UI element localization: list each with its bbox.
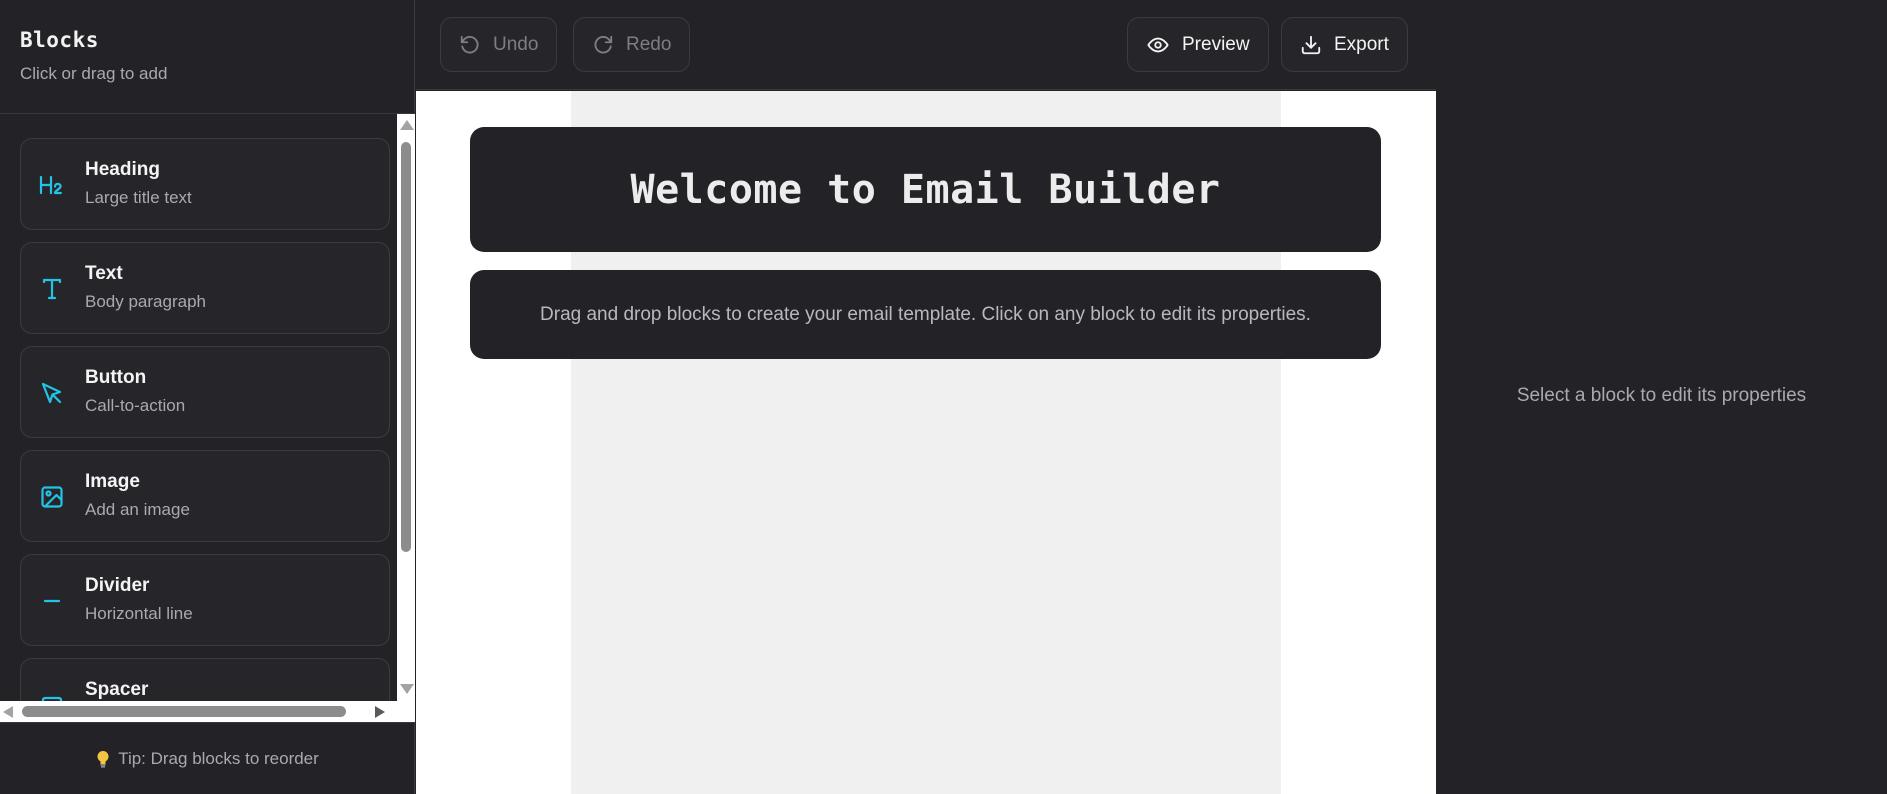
spacer-icon xyxy=(39,692,65,701)
block-item-button[interactable]: Button Call-to-action xyxy=(20,346,390,438)
block-description: Add an image xyxy=(85,500,190,519)
block-item-spacer[interactable]: Spacer xyxy=(20,658,390,701)
scrollbar-corner xyxy=(397,701,415,722)
blocks-sidebar: Blocks Click or drag to add Heading Larg… xyxy=(0,0,415,794)
block-description: Horizontal line xyxy=(85,604,193,623)
properties-panel: Select a block to edit its properties xyxy=(1436,0,1887,794)
scroll-up-arrow-icon[interactable] xyxy=(400,120,414,130)
email-builder-app: Blocks Click or drag to add Heading Larg… xyxy=(0,0,1887,794)
block-list: Heading Large title text Text Body parag… xyxy=(0,114,397,701)
divider-icon xyxy=(39,588,65,614)
undo-label: Undo xyxy=(493,33,539,55)
block-item-text[interactable]: Text Body paragraph xyxy=(20,242,390,334)
block-label: Spacer xyxy=(85,679,149,700)
redo-button[interactable]: Redo xyxy=(573,17,691,72)
sidebar-subtitle: Click or drag to add xyxy=(20,64,168,83)
block-item-image[interactable]: Image Add an image xyxy=(20,450,390,542)
block-description: Large title text xyxy=(85,188,192,207)
canvas-text-content: Drag and drop blocks to create your emai… xyxy=(540,303,1311,325)
eye-icon xyxy=(1146,34,1170,56)
preview-button[interactable]: Preview xyxy=(1127,17,1269,72)
footer-tip-text: Tip: Drag blocks to reorder xyxy=(118,748,319,768)
sidebar-header: Blocks Click or drag to add xyxy=(0,0,415,114)
block-item-divider[interactable]: Divider Horizontal line xyxy=(20,554,390,646)
scroll-down-arrow-icon[interactable] xyxy=(400,684,414,694)
canvas-heading-text: Welcome to Email Builder xyxy=(630,166,1221,213)
scroll-left-arrow-icon[interactable] xyxy=(3,706,13,718)
heading-icon xyxy=(39,172,65,198)
sidebar-footer: Tip: Drag blocks to reorder xyxy=(0,722,415,794)
canvas-heading-block[interactable]: Welcome to Email Builder xyxy=(470,127,1381,252)
canvas-text-block[interactable]: Drag and drop blocks to create your emai… xyxy=(470,270,1381,359)
lightbulb-icon xyxy=(96,750,110,768)
horizontal-scroll-thumb[interactable] xyxy=(22,706,346,717)
block-label: Image xyxy=(85,471,140,492)
sidebar-title: Blocks xyxy=(20,28,99,52)
download-icon xyxy=(1300,34,1322,56)
block-description: Body paragraph xyxy=(85,292,206,311)
block-item-heading[interactable]: Heading Large title text xyxy=(20,138,390,230)
undo-button[interactable]: Undo xyxy=(440,17,558,72)
editor-toolbar: Undo Redo Preview Export xyxy=(416,0,1436,90)
redo-icon xyxy=(592,34,614,56)
email-canvas: Welcome to Email Builder Drag and drop b… xyxy=(416,91,1436,794)
scroll-right-arrow-icon[interactable] xyxy=(375,706,385,718)
properties-empty-message: Select a block to edit its properties xyxy=(1516,385,1807,406)
export-button[interactable]: Export xyxy=(1281,17,1408,72)
block-label: Button xyxy=(85,367,147,388)
undo-icon xyxy=(459,34,481,56)
preview-label: Preview xyxy=(1182,33,1250,55)
block-label: Divider xyxy=(85,575,150,596)
text-icon xyxy=(39,276,65,302)
image-icon xyxy=(39,484,65,510)
block-list-vertical-scrollbar[interactable] xyxy=(397,114,415,701)
block-list-horizontal-scrollbar[interactable] xyxy=(0,701,397,722)
export-label: Export xyxy=(1334,33,1389,55)
block-label: Heading xyxy=(85,159,160,180)
block-label: Text xyxy=(85,263,123,284)
vertical-scroll-thumb[interactable] xyxy=(401,142,411,552)
block-description: Call-to-action xyxy=(85,396,186,415)
redo-label: Redo xyxy=(626,33,672,55)
cursor-pointer-icon xyxy=(39,380,65,406)
